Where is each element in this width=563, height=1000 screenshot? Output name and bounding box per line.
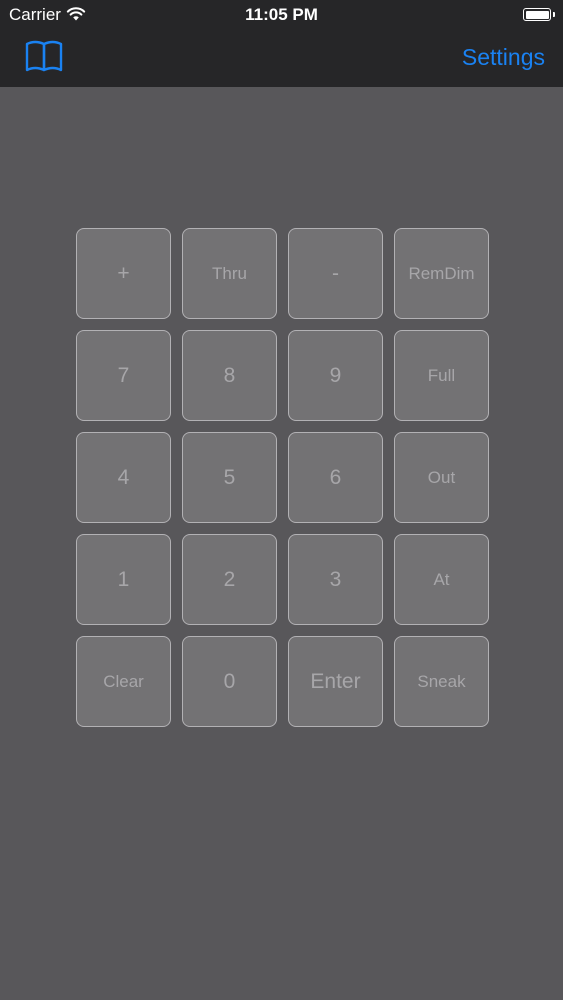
key-sneak-button[interactable]: Sneak [394, 636, 489, 727]
key-1-button[interactable]: 1 [76, 534, 171, 625]
key-enter-button[interactable]: Enter [288, 636, 383, 727]
key-remdim-button[interactable]: RemDim [394, 228, 489, 319]
key-plus-button[interactable]: + [76, 228, 171, 319]
key-at-button[interactable]: At [394, 534, 489, 625]
key-7-button[interactable]: 7 [76, 330, 171, 421]
key-5-button[interactable]: 5 [182, 432, 277, 523]
key-6-button[interactable]: 6 [288, 432, 383, 523]
key-0-button[interactable]: 0 [182, 636, 277, 727]
navigation-bar: Carrier 11:05 PM Settings [0, 0, 563, 87]
battery-icon [523, 8, 555, 21]
key-thru-button[interactable]: Thru [182, 228, 277, 319]
key-4-button[interactable]: 4 [76, 432, 171, 523]
settings-button[interactable]: Settings [462, 44, 545, 71]
status-time: 11:05 PM [245, 5, 318, 24]
book-icon[interactable] [24, 38, 66, 74]
key-clear-button[interactable]: Clear [76, 636, 171, 727]
key-9-button[interactable]: 9 [288, 330, 383, 421]
key-2-button[interactable]: 2 [182, 534, 277, 625]
keypad: + Thru - RemDim 7 8 9 Full 4 5 6 Out 1 2 3 At Clear 0 Ente… [76, 228, 489, 727]
status-bar: Carrier 11:05 PM [0, 0, 563, 30]
key-full-button[interactable]: Full [394, 330, 489, 421]
key-3-button[interactable]: 3 [288, 534, 383, 625]
key-minus-button[interactable]: - [288, 228, 383, 319]
key-out-button[interactable]: Out [394, 432, 489, 523]
key-8-button[interactable]: 8 [182, 330, 277, 421]
